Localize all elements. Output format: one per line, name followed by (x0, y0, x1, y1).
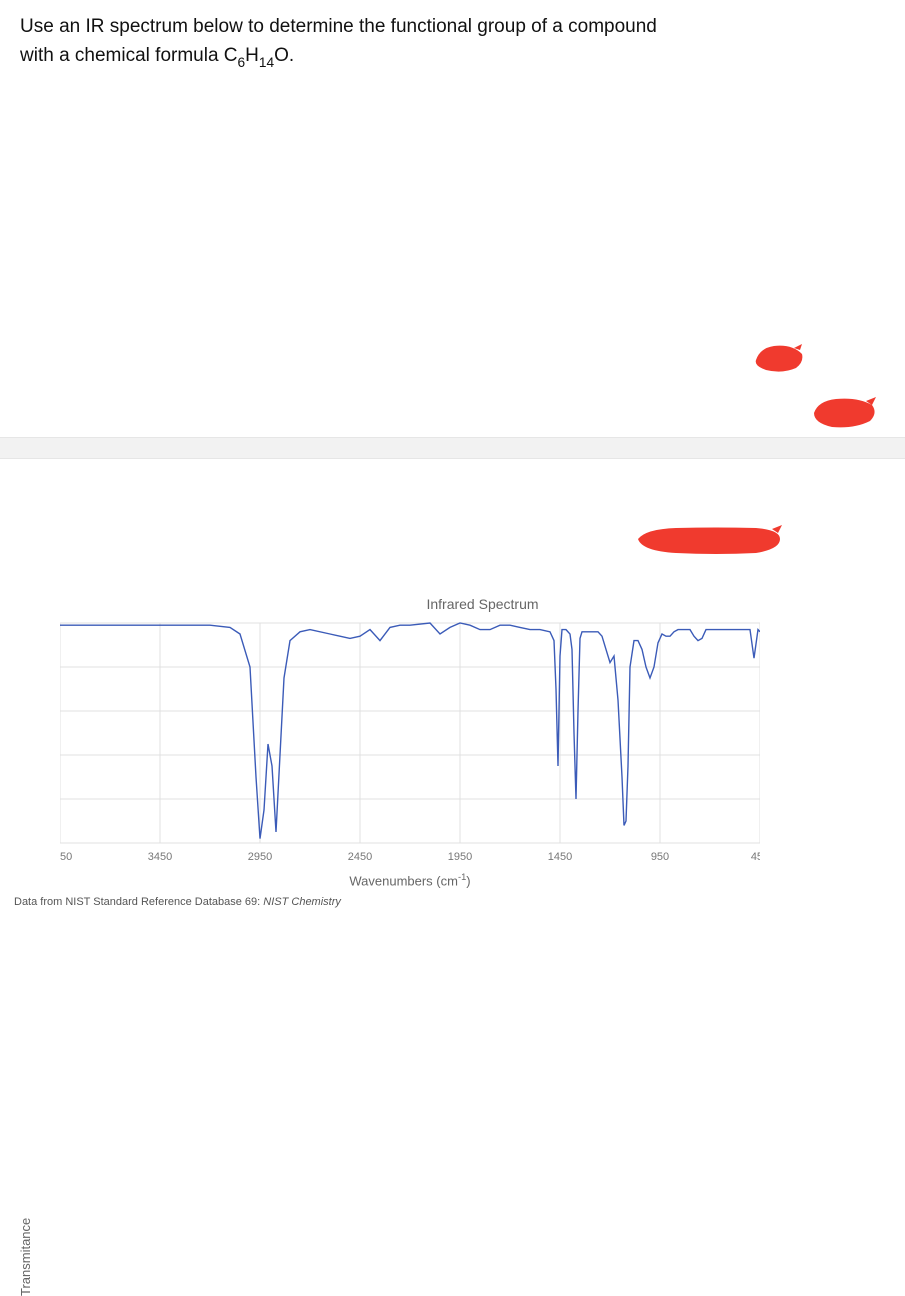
svg-text:3450: 3450 (148, 851, 172, 863)
mid-h: H (245, 45, 259, 66)
svg-text:2950: 2950 (248, 851, 272, 863)
separator-band (0, 437, 905, 459)
svg-text:950: 950 (651, 851, 669, 863)
chart-credit: Data from NIST Standard Reference Databa… (0, 896, 905, 908)
svg-text:450: 450 (751, 851, 760, 863)
annotation-mark-2 (812, 395, 878, 433)
question-line1: Use an IR spectrum below to determine th… (20, 16, 657, 37)
svg-text:1950: 1950 (448, 851, 472, 863)
question-prompt: Use an IR spectrum below to determine th… (0, 0, 905, 72)
annotation-mark-1 (752, 340, 807, 378)
y-axis-label: Transmitance (18, 1218, 33, 1296)
x-axis-label: Wavenumbers (cm-1) (0, 872, 760, 888)
chart-title: Infrared Spectrum (0, 596, 905, 612)
svg-text:1450: 1450 (548, 851, 572, 863)
ir-spectrum-chart: Infrared Spectrum Transmitance 395034502… (0, 596, 905, 916)
sub-14: 14 (259, 55, 274, 70)
chart-plot-area: 39503450295024501950145095045000.20.40.6… (60, 618, 760, 868)
question-line2-prefix: with a chemical formula C (20, 45, 238, 66)
annotation-mark-3 (636, 525, 784, 557)
svg-text:3950: 3950 (60, 851, 72, 863)
sub-6: 6 (238, 55, 246, 70)
chart-svg: 39503450295024501950145095045000.20.40.6… (60, 618, 760, 868)
mid-o: O. (274, 45, 294, 66)
svg-text:2450: 2450 (348, 851, 372, 863)
